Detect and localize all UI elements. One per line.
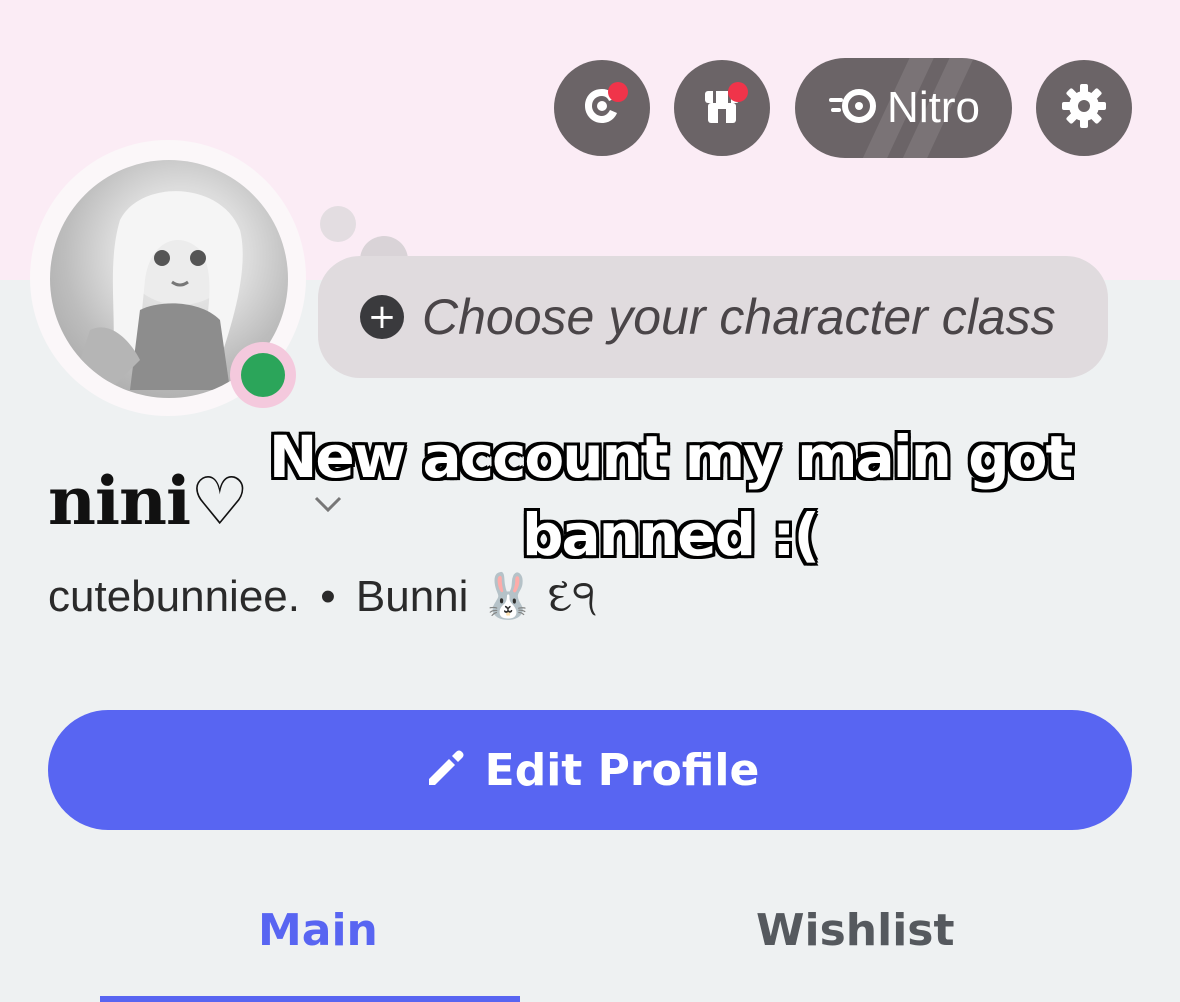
thought-bubble-dot: [320, 206, 356, 242]
character-class-button[interactable]: + Choose your character class: [318, 256, 1108, 378]
quest-button[interactable]: [554, 60, 650, 156]
active-tab-indicator: [100, 996, 520, 1002]
settings-icon: [1059, 81, 1109, 135]
notification-dot: [728, 82, 748, 102]
online-status-indicator: [230, 342, 296, 408]
display-name: nini♡: [48, 462, 249, 540]
tab-main[interactable]: Main: [258, 905, 378, 956]
profile-subline: cutebunniee. • Bunni 🐰 દ੧: [48, 570, 596, 622]
edit-profile-button[interactable]: Edit Profile: [48, 710, 1132, 830]
tab-wishlist[interactable]: Wishlist: [756, 905, 955, 956]
pencil-icon: [421, 745, 467, 795]
nitro-button[interactable]: Nitro: [795, 58, 1012, 158]
pronouns: Bunni 🐰 દ੧: [355, 572, 597, 621]
edit-profile-label: Edit Profile: [484, 744, 760, 796]
character-class-prompt: Choose your character class: [422, 289, 1056, 345]
plus-icon: +: [360, 295, 404, 339]
nitro-icon: [827, 88, 877, 128]
nitro-label: Nitro: [887, 83, 980, 132]
overlay-caption: New account my main got banned :(: [268, 423, 1073, 569]
settings-button[interactable]: [1036, 60, 1132, 156]
username: cutebunniee.: [48, 572, 300, 621]
notification-dot: [608, 82, 628, 102]
shop-button[interactable]: [674, 60, 770, 156]
separator: •: [320, 572, 336, 621]
online-dot: [241, 353, 285, 397]
